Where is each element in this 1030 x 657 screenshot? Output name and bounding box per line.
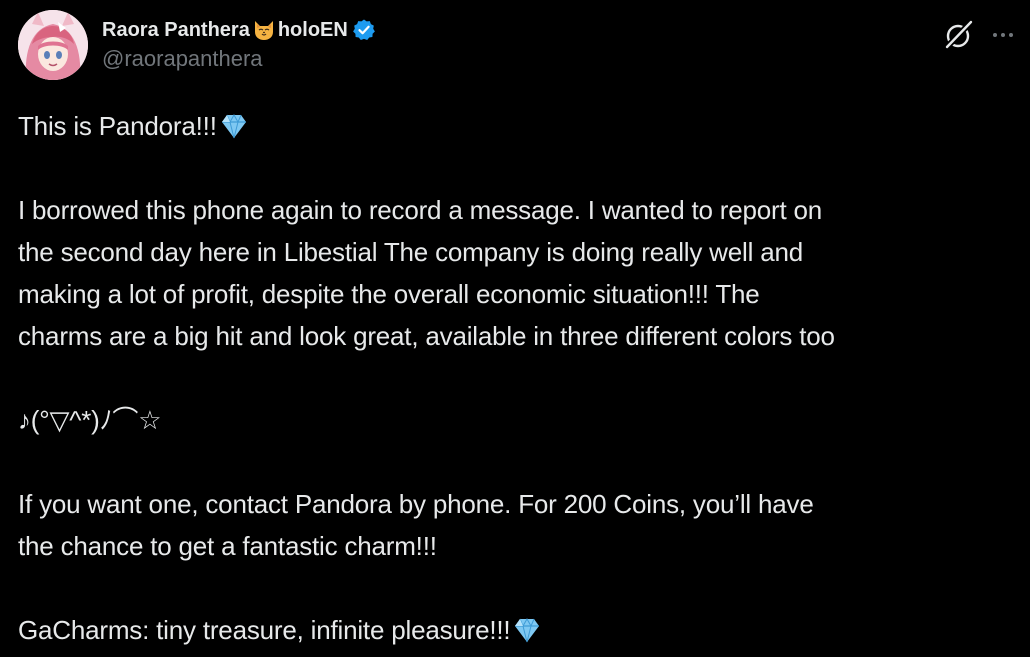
tweet-line: the second day here in Libestial The com… — [18, 237, 803, 267]
tweet-line: the chance to get a fantastic charm!!! — [18, 531, 437, 561]
verified-badge-icon[interactable] — [352, 18, 376, 42]
tweet-line: If you want one, contact Pandora by phon… — [18, 489, 814, 519]
author-names: Raora Panthera holoEN @raorapanthera — [102, 16, 376, 72]
gem-stone-icon — [512, 615, 542, 645]
grok-icon[interactable] — [942, 18, 976, 52]
tweet-body: This is Pandora!!! I borrowed this phone… — [18, 105, 1023, 651]
gem-stone-icon — [219, 111, 249, 141]
tweet-header: Raora Panthera holoEN @raorapanthera — [18, 10, 1018, 82]
display-name-row[interactable]: Raora Panthera holoEN — [102, 16, 376, 44]
tweet-text-line9: GaCharms: tiny treasure, infinite pleasu… — [18, 615, 511, 645]
tweet-line: GaCharms: tiny treasure, infinite pleasu… — [18, 609, 1023, 651]
cat-face-icon — [252, 18, 276, 42]
user-handle[interactable]: @raorapanthera — [102, 46, 376, 72]
tweet-line: I borrowed this phone again to record a … — [18, 195, 823, 225]
display-name[interactable]: Raora Panthera — [102, 19, 250, 42]
tweet-line: making a lot of profit, despite the over… — [18, 279, 760, 309]
tweet-line: This is Pandora!!! — [18, 105, 1023, 147]
tweet-actions — [942, 18, 1018, 52]
tweet-text-line1: This is Pandora!!! — [18, 111, 217, 141]
display-name-suffix[interactable]: holoEN — [278, 19, 348, 42]
tweet-kaomoji: ♪(°▽^*)ﾉ⌒☆ — [18, 405, 162, 435]
avatar-image — [18, 10, 88, 80]
avatar[interactable] — [18, 10, 88, 80]
more-options-icon[interactable] — [988, 20, 1018, 50]
tweet-line: charms are a big hit and look great, ava… — [18, 321, 835, 351]
